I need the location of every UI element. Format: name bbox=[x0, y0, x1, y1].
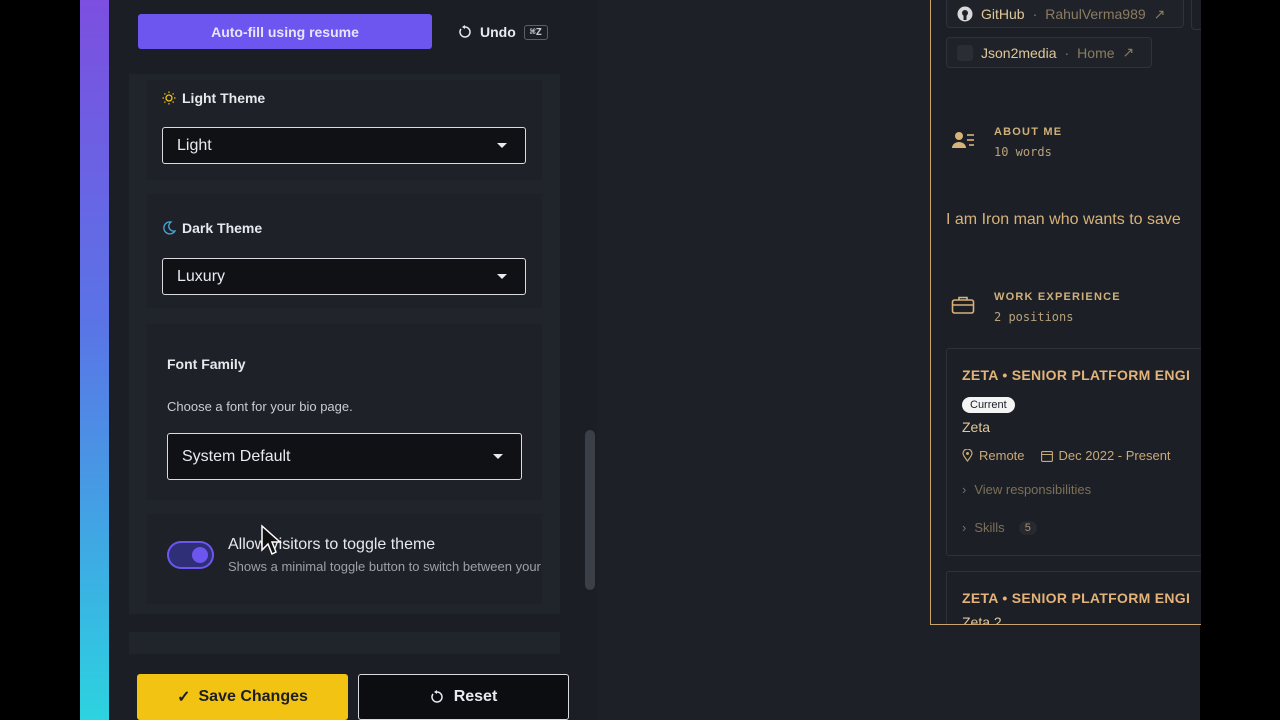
check-icon: ✓ bbox=[177, 689, 191, 706]
link-chip-partial[interactable] bbox=[1191, 0, 1201, 30]
sun-icon bbox=[162, 91, 176, 105]
skills-count-badge: 5 bbox=[1018, 520, 1037, 535]
calendar-icon bbox=[1040, 450, 1053, 462]
external-link-icon: ↗ bbox=[1122, 44, 1135, 60]
view-responsibilities-toggle[interactable]: › View responsibilities bbox=[962, 482, 1091, 497]
about-me-title: ABOUT ME bbox=[994, 126, 1063, 138]
undo-shortcut: ⌘Z bbox=[523, 24, 548, 40]
external-link-icon: ↗ bbox=[1153, 5, 1166, 22]
job-title: ZETA • SENIOR PLATFORM ENGI bbox=[962, 367, 1191, 383]
toggle-theme-help: Shows a minimal toggle button to switch … bbox=[228, 559, 541, 574]
link-chip-json2media[interactable]: Json2media · Home ↗ bbox=[946, 37, 1152, 68]
job-dates: Dec 2022 - Present bbox=[1058, 448, 1171, 463]
job-location: Remote bbox=[979, 448, 1025, 463]
link-chip-github[interactable]: GitHub · RahulVerma989 ↗ bbox=[946, 0, 1184, 28]
job-card: ZETA • SENIOR PLATFORM ENGI Current Zeta… bbox=[946, 348, 1201, 556]
moon-icon bbox=[163, 221, 176, 235]
location-pin-icon bbox=[962, 449, 973, 462]
reset-icon bbox=[430, 690, 443, 703]
autofill-button[interactable]: Auto-fill using resume bbox=[138, 14, 432, 49]
dark-theme-label: Dark Theme bbox=[162, 218, 262, 238]
mouse-cursor-icon bbox=[261, 524, 282, 556]
json2media-icon bbox=[957, 44, 973, 61]
next-section-peek bbox=[129, 632, 560, 654]
current-badge: Current bbox=[962, 395, 1015, 413]
chevron-right-icon: › bbox=[962, 482, 967, 497]
undo-button[interactable]: Undo ⌘Z bbox=[458, 22, 548, 42]
about-me-count: 10 words bbox=[994, 145, 1052, 159]
toggle-theme-switch[interactable] bbox=[167, 541, 214, 569]
chevron-right-icon: › bbox=[962, 520, 967, 535]
light-theme-label: Light Theme bbox=[162, 88, 265, 108]
gradient-strip bbox=[80, 0, 109, 720]
save-button[interactable]: ✓ Save Changes bbox=[137, 674, 348, 720]
font-family-select[interactable]: System Default bbox=[167, 433, 522, 480]
briefcase-icon bbox=[951, 296, 975, 314]
job-meta: Remote Dec 2022 - Present bbox=[962, 448, 1171, 463]
font-family-help: Choose a font for your bio page. bbox=[167, 399, 353, 414]
chevron-down-icon bbox=[497, 273, 507, 279]
job-company: Zeta bbox=[962, 419, 991, 435]
work-experience-title: WORK EXPERIENCE bbox=[994, 291, 1121, 303]
light-theme-select[interactable]: Light bbox=[162, 127, 526, 164]
chevron-down-icon bbox=[497, 142, 507, 148]
undo-icon bbox=[459, 25, 471, 38]
github-icon bbox=[957, 6, 973, 22]
job-company: Zeta 2 bbox=[962, 614, 1002, 625]
chevron-down-icon bbox=[493, 453, 503, 459]
undo-label: Undo bbox=[480, 24, 516, 40]
job-card: ZETA • SENIOR PLATFORM ENGI Zeta 2 bbox=[946, 571, 1201, 625]
skills-toggle[interactable]: › Skills 5 bbox=[962, 520, 1037, 535]
reset-button[interactable]: Reset bbox=[358, 674, 569, 720]
toggle-knob bbox=[192, 547, 208, 563]
dark-theme-select[interactable]: Luxury bbox=[162, 258, 526, 295]
font-family-label: Font Family bbox=[167, 356, 246, 372]
about-me-text: I am Iron man who wants to save bbox=[946, 211, 1181, 228]
work-experience-count: 2 positions bbox=[994, 310, 1074, 324]
autofill-label: Auto-fill using resume bbox=[211, 23, 359, 40]
bio-preview: GitHub · RahulVerma989 ↗ Json2media · Ho… bbox=[930, 0, 1201, 625]
window-edge bbox=[1200, 0, 1280, 720]
job-title: ZETA • SENIOR PLATFORM ENGI bbox=[962, 590, 1191, 606]
about-me-icon bbox=[952, 132, 974, 148]
scrollbar-thumb[interactable] bbox=[585, 430, 595, 590]
